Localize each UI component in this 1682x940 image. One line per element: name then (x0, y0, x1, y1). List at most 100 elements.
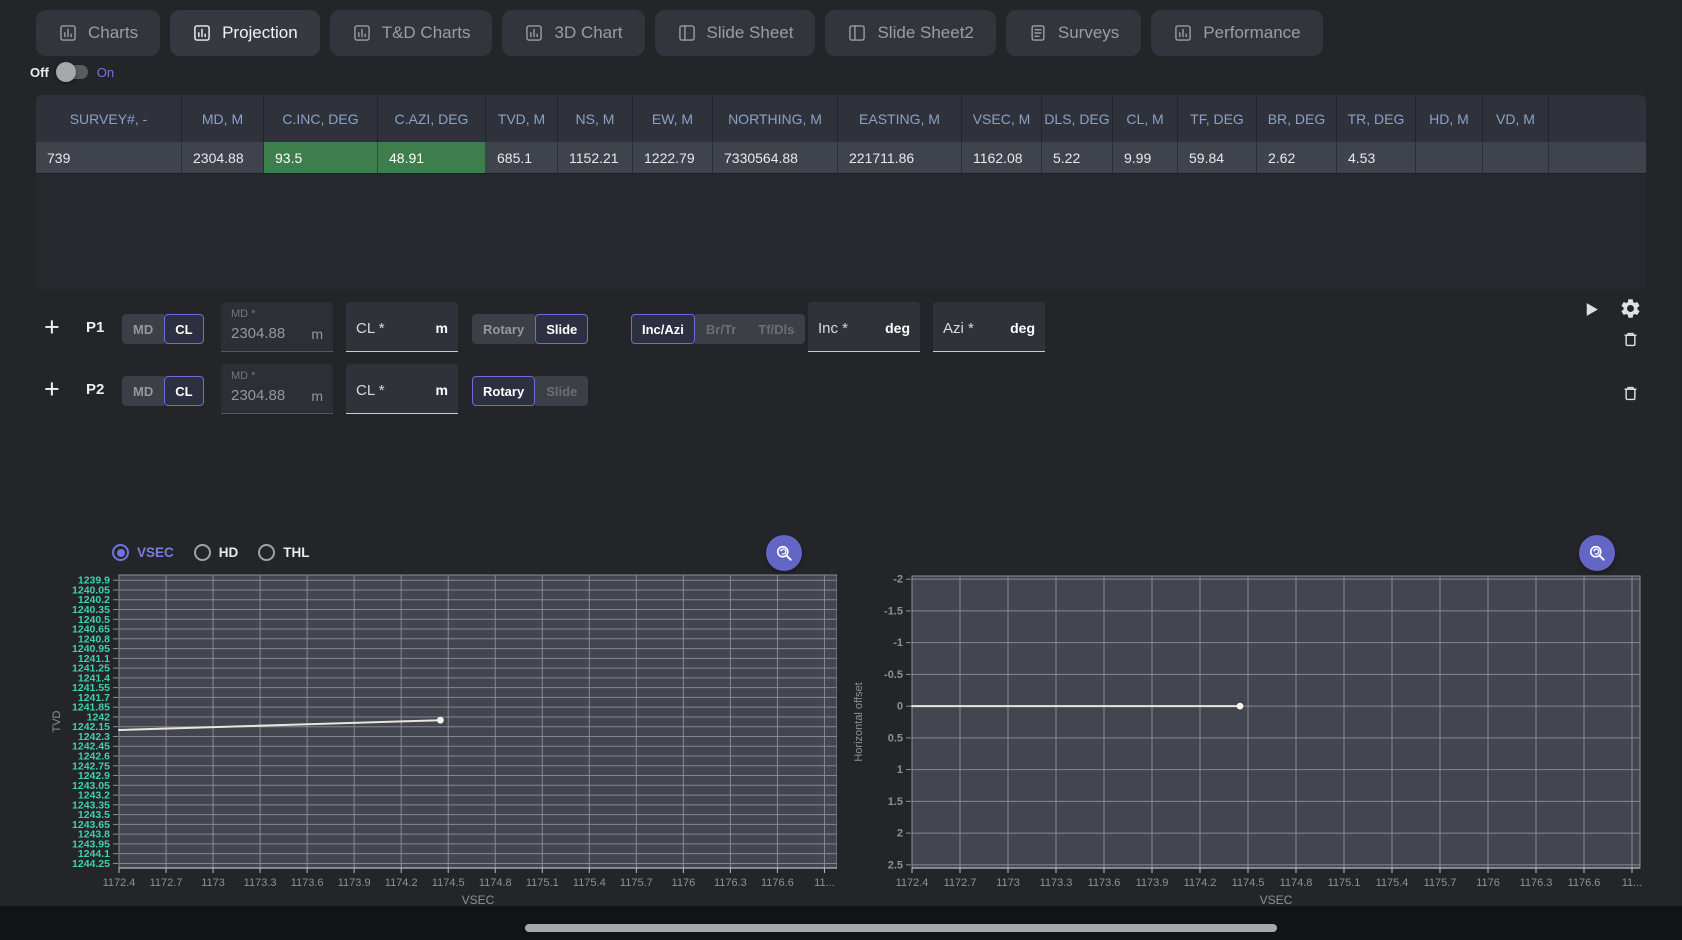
projection-row-p2: +P2MDCLMD *2304.88mCL *mRotarySlide (0, 364, 1682, 416)
column-header-tf-deg: TF, DEG (1178, 95, 1257, 142)
delete-p1-button[interactable] (1621, 330, 1640, 349)
svg-text:1173.6: 1173.6 (1088, 877, 1121, 889)
tab-3d-chart[interactable]: 3D Chart (502, 10, 644, 56)
column-header-vd-m: VD, M (1483, 95, 1549, 142)
radio-hd[interactable]: HD (194, 544, 239, 561)
settings-button[interactable] (1619, 297, 1642, 320)
magnifier-reset-icon (774, 543, 794, 563)
toggle-on-label: On (97, 65, 114, 80)
toggle-off-label: Off (30, 65, 49, 80)
add-point-button[interactable]: + (44, 313, 60, 341)
cell-hd-m[interactable] (1416, 142, 1483, 173)
toggle-switch[interactable] (58, 65, 88, 79)
md-cl-toggle-md-button[interactable]: MD (122, 314, 164, 344)
md-input[interactable]: MD *2304.88m (221, 302, 333, 352)
point-name: P1 (86, 319, 104, 336)
run-projection-button[interactable] (1582, 300, 1601, 319)
svg-text:1174.5: 1174.5 (1232, 877, 1265, 889)
md-input[interactable]: MD *2304.88m (221, 364, 333, 414)
zoom-reset-button[interactable] (766, 535, 802, 571)
tab-label: Slide Sheet2 (877, 23, 973, 43)
cell-survey[interactable]: 739 (36, 142, 182, 173)
tab-performance[interactable]: Performance (1151, 10, 1322, 56)
tvd-plot-area[interactable]: 1239.91240.051240.21240.351240.51240.651… (36, 530, 837, 908)
toggle-knob[interactable] (56, 62, 76, 82)
delete-p2-button[interactable] (1621, 384, 1640, 403)
gear-icon (1619, 297, 1642, 320)
cell-c-inc-deg[interactable]: 93.5 (264, 142, 378, 173)
svg-text:1175.1: 1175.1 (1328, 877, 1361, 889)
column-header-filler (1549, 95, 1646, 142)
tvd-vsec-chart: VSEC HD THL 1239.91240.051240.21240.351240… (36, 530, 837, 908)
cl-input[interactable]: CL *m (346, 364, 458, 414)
field-label: MD * (231, 370, 323, 382)
cell-cl-m[interactable]: 9.99 (1113, 142, 1178, 173)
mode-toggle-rotary-button[interactable]: Rotary (472, 314, 535, 344)
column-header-hd-m: HD, M (1416, 95, 1483, 142)
add-point-button[interactable]: + (44, 375, 60, 403)
cell-tf-deg[interactable]: 59.84 (1178, 142, 1257, 173)
radio-vsec[interactable]: VSEC (112, 544, 174, 561)
cell-tvd-m[interactable]: 685.1 (486, 142, 558, 173)
column-header-c-azi-deg: C.AZI, DEG (378, 95, 486, 142)
tab-label: Performance (1203, 23, 1300, 43)
svg-text:1174.2: 1174.2 (385, 877, 418, 889)
projection-on-off-toggle: Off On (30, 60, 114, 84)
mode-toggle-slide-button[interactable]: Slide (535, 376, 588, 406)
field-unit: deg (885, 320, 910, 336)
scrollbar-thumb[interactable] (525, 924, 1277, 932)
zoom-reset-button[interactable] (1579, 535, 1615, 571)
inc-input[interactable]: Inc *deg (808, 302, 920, 352)
svg-text:-0.5: -0.5 (884, 669, 903, 681)
tab-projection[interactable]: Projection (170, 10, 320, 56)
field-label: MD * (231, 308, 323, 320)
svg-text:1175.4: 1175.4 (1376, 877, 1409, 889)
mode-toggle: RotarySlide (472, 376, 588, 406)
svg-text:11...: 11... (814, 877, 835, 889)
method-toggle-tf-dls-button[interactable]: Tf/Dls (747, 314, 805, 344)
svg-text:1176.3: 1176.3 (714, 877, 747, 889)
mode-toggle-rotary-button[interactable]: Rotary (472, 376, 535, 406)
cell-vd-m[interactable] (1483, 142, 1549, 173)
method-toggle-br-tr-button[interactable]: Br/Tr (695, 314, 747, 344)
column-header-tvd-m: TVD, M (486, 95, 558, 142)
radio-thl[interactable]: THL (258, 544, 309, 561)
radio-icon (194, 544, 211, 561)
field-label: Azi * (943, 320, 974, 337)
svg-text:0.5: 0.5 (888, 732, 903, 744)
azi-input[interactable]: Azi *deg (933, 302, 1045, 352)
tab-label: Surveys (1058, 23, 1119, 43)
cell-ew-m[interactable]: 1222.79 (633, 142, 713, 173)
md-cl-toggle-cl-button[interactable]: CL (164, 376, 203, 406)
cell-c-azi-deg[interactable]: 48.91 (378, 142, 486, 173)
svg-text:Horizontal offset: Horizontal offset (853, 682, 865, 761)
mode-toggle-slide-button[interactable]: Slide (535, 314, 588, 344)
field-unit: m (436, 382, 448, 398)
md-cl-toggle-md-button[interactable]: MD (122, 376, 164, 406)
layout-icon (847, 23, 867, 43)
cell-easting-m[interactable]: 221711.86 (838, 142, 962, 173)
offset-plot-area[interactable]: -2-1.5-1-0.500.511.522.51172.41172.71173… (850, 530, 1650, 908)
svg-text:1172.4: 1172.4 (103, 877, 136, 889)
method-toggle-inc-azi-button[interactable]: Inc/Azi (631, 314, 695, 344)
cell-northing-m[interactable]: 7330564.88 (713, 142, 838, 173)
cl-input[interactable]: CL *m (346, 302, 458, 352)
tab-surveys[interactable]: Surveys (1006, 10, 1141, 56)
cell-br-deg[interactable]: 2.62 (1257, 142, 1337, 173)
cell-dls-deg[interactable]: 5.22 (1042, 142, 1113, 173)
cell-tr-deg[interactable]: 4.53 (1337, 142, 1416, 173)
cell-vsec-m[interactable]: 1162.08 (962, 142, 1042, 173)
bottom-scrollbar-track[interactable] (0, 906, 1682, 940)
svg-text:1173.6: 1173.6 (291, 877, 324, 889)
tab-charts[interactable]: Charts (36, 10, 160, 56)
tab-t-d-charts[interactable]: T&D Charts (330, 10, 493, 56)
magnifier-reset-icon (1587, 543, 1607, 563)
svg-text:1176.6: 1176.6 (1568, 877, 1601, 889)
cell-ns-m[interactable]: 1152.21 (558, 142, 633, 173)
md-cl-toggle-cl-button[interactable]: CL (164, 314, 203, 344)
field-unit: m (311, 326, 323, 342)
tab-slide-sheet2[interactable]: Slide Sheet2 (825, 10, 995, 56)
radio-icon (112, 544, 129, 561)
tab-slide-sheet[interactable]: Slide Sheet (655, 10, 816, 56)
cell-md-m[interactable]: 2304.88 (182, 142, 264, 173)
